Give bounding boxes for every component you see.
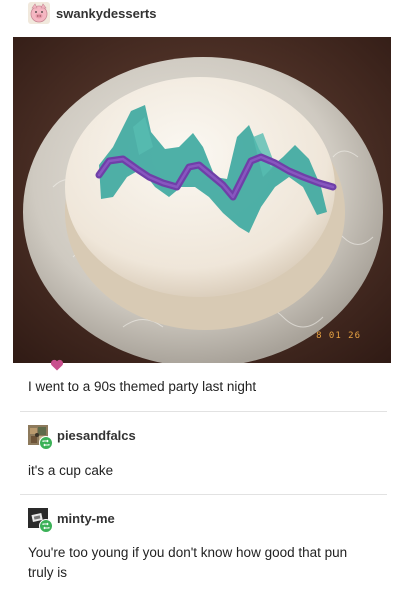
reblog-text: it's a cup cake bbox=[28, 463, 114, 478]
reblog-header: piesandfalcs bbox=[28, 424, 136, 450]
cake-photo-image bbox=[13, 37, 391, 363]
divider bbox=[20, 411, 387, 412]
post-caption: I went to a 90s themed party last night bbox=[28, 379, 257, 394]
post-photo: 8 01 26 bbox=[13, 37, 391, 363]
reblog-header: minty-me bbox=[28, 507, 115, 533]
photo-timestamp: 8 01 26 bbox=[316, 331, 361, 341]
reblog-username[interactable]: minty-me bbox=[57, 511, 115, 526]
op-header: swankydesserts bbox=[28, 2, 156, 24]
op-avatar[interactable] bbox=[28, 2, 50, 24]
reblog-icon bbox=[39, 519, 53, 533]
reblog-avatar[interactable] bbox=[28, 508, 53, 533]
reblog-text: You're too young if you don't know how g… bbox=[28, 545, 348, 580]
divider bbox=[20, 494, 387, 495]
reblog-username[interactable]: piesandfalcs bbox=[57, 428, 136, 443]
tumblr-post: swankydesserts 8 01 26 I went to a 90s t… bbox=[0, 0, 401, 600]
op-username[interactable]: swankydesserts bbox=[56, 6, 156, 21]
heart-icon[interactable] bbox=[50, 358, 64, 372]
reblog-icon bbox=[39, 436, 53, 450]
pig-face-icon bbox=[28, 2, 50, 24]
reblog-avatar[interactable] bbox=[28, 425, 53, 450]
